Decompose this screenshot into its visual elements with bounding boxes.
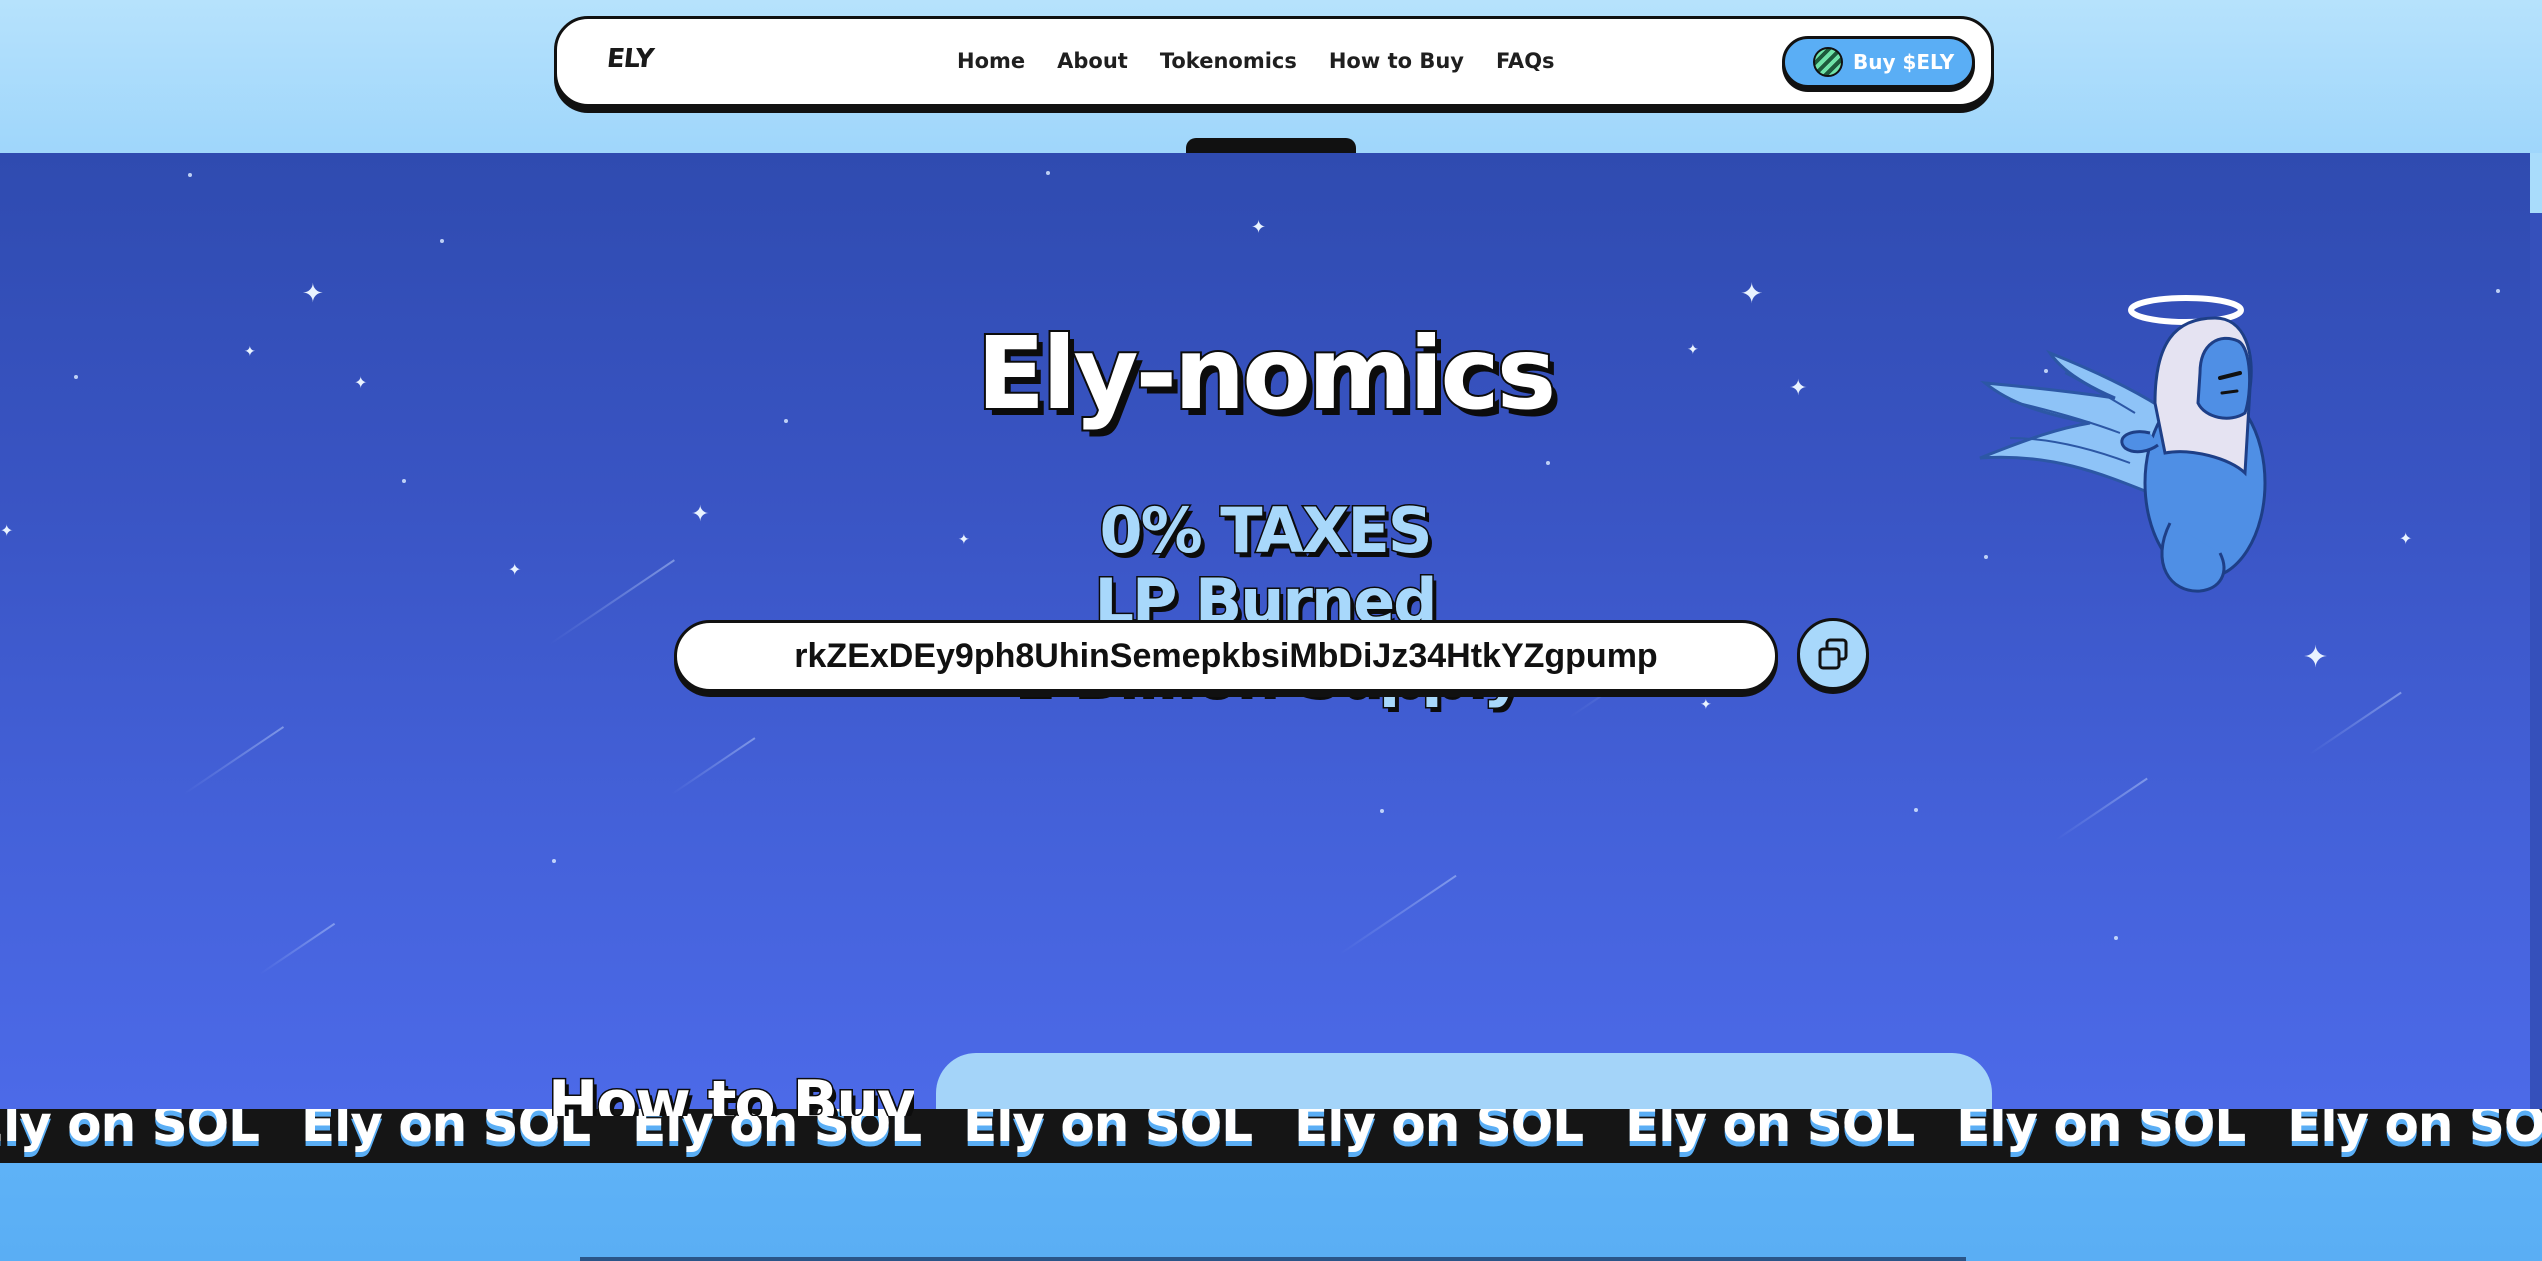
site-logo[interactable]: ELY xyxy=(605,44,654,74)
coin-icon xyxy=(1813,47,1843,77)
star-dot xyxy=(1914,808,1918,812)
shooting-star-streak xyxy=(183,726,285,795)
star-dot xyxy=(552,859,556,863)
bottom-section-background xyxy=(0,1163,2542,1261)
buy-ely-label: Buy $ELY xyxy=(1853,50,1955,74)
nav-link-how-to-buy[interactable]: How to Buy xyxy=(1329,49,1464,73)
marquee-item: Ely on SOL xyxy=(963,1109,1253,1153)
contract-address-box[interactable]: rkZExDEy9ph8UhinSemepkbsiMbDiJz34HtkYZgp… xyxy=(674,620,1778,692)
how-to-buy-card xyxy=(936,1053,1992,1109)
copy-address-button[interactable] xyxy=(1797,618,1869,690)
shooting-star-streak xyxy=(671,737,756,795)
star-dot xyxy=(2114,936,2118,940)
marquee-banner: Ely on SOL Ely on SOL Ely on SOL Ely on … xyxy=(0,1109,2542,1163)
navbar: ELY Home About Tokenomics How to Buy FAQ… xyxy=(554,16,1994,107)
marquee-track: Ely on SOL Ely on SOL Ely on SOL Ely on … xyxy=(0,1109,2542,1153)
sparkle-icon: ✦ xyxy=(1740,277,1764,310)
marquee-item: Ely on SOL xyxy=(1956,1109,2246,1153)
buy-ely-button[interactable]: Buy $ELY xyxy=(1782,36,1975,88)
star-dot xyxy=(188,173,192,177)
copy-icon xyxy=(1818,638,1848,670)
marquee-item: Ely on SOL xyxy=(1625,1109,1915,1153)
nav-links: Home About Tokenomics How to Buy FAQs xyxy=(957,49,1555,73)
nav-link-tokenomics[interactable]: Tokenomics xyxy=(1160,49,1297,73)
star-dot xyxy=(2496,289,2500,293)
nav-link-home[interactable]: Home xyxy=(957,49,1025,73)
angel-mascot-illustration xyxy=(1979,295,2267,593)
star-dot xyxy=(1380,809,1384,813)
star-dot xyxy=(1546,461,1550,465)
star-dot xyxy=(1046,171,1050,175)
bottom-divider xyxy=(580,1257,1966,1261)
marquee-item: Ely on SOL xyxy=(301,1109,591,1153)
marquee-item: Ely on SOL xyxy=(0,1109,260,1153)
shooting-star-streak xyxy=(1339,874,1457,955)
nav-link-about[interactable]: About xyxy=(1057,49,1128,73)
panel-edge-shadow xyxy=(2530,213,2542,1109)
marquee-item: Ely on SOL xyxy=(1294,1109,1584,1153)
star-dot xyxy=(402,479,406,483)
marquee-item: Ely on SOL xyxy=(2287,1109,2542,1153)
shooting-star-streak xyxy=(259,922,336,975)
nav-link-faqs[interactable]: FAQs xyxy=(1496,49,1555,73)
star-dot xyxy=(440,239,444,243)
shooting-star-streak xyxy=(2055,777,2148,841)
sparkle-icon: ✦ xyxy=(302,279,324,309)
how-to-buy-heading: How to Buy xyxy=(548,1067,915,1117)
sparkle-icon: ✦ xyxy=(1251,217,1267,238)
